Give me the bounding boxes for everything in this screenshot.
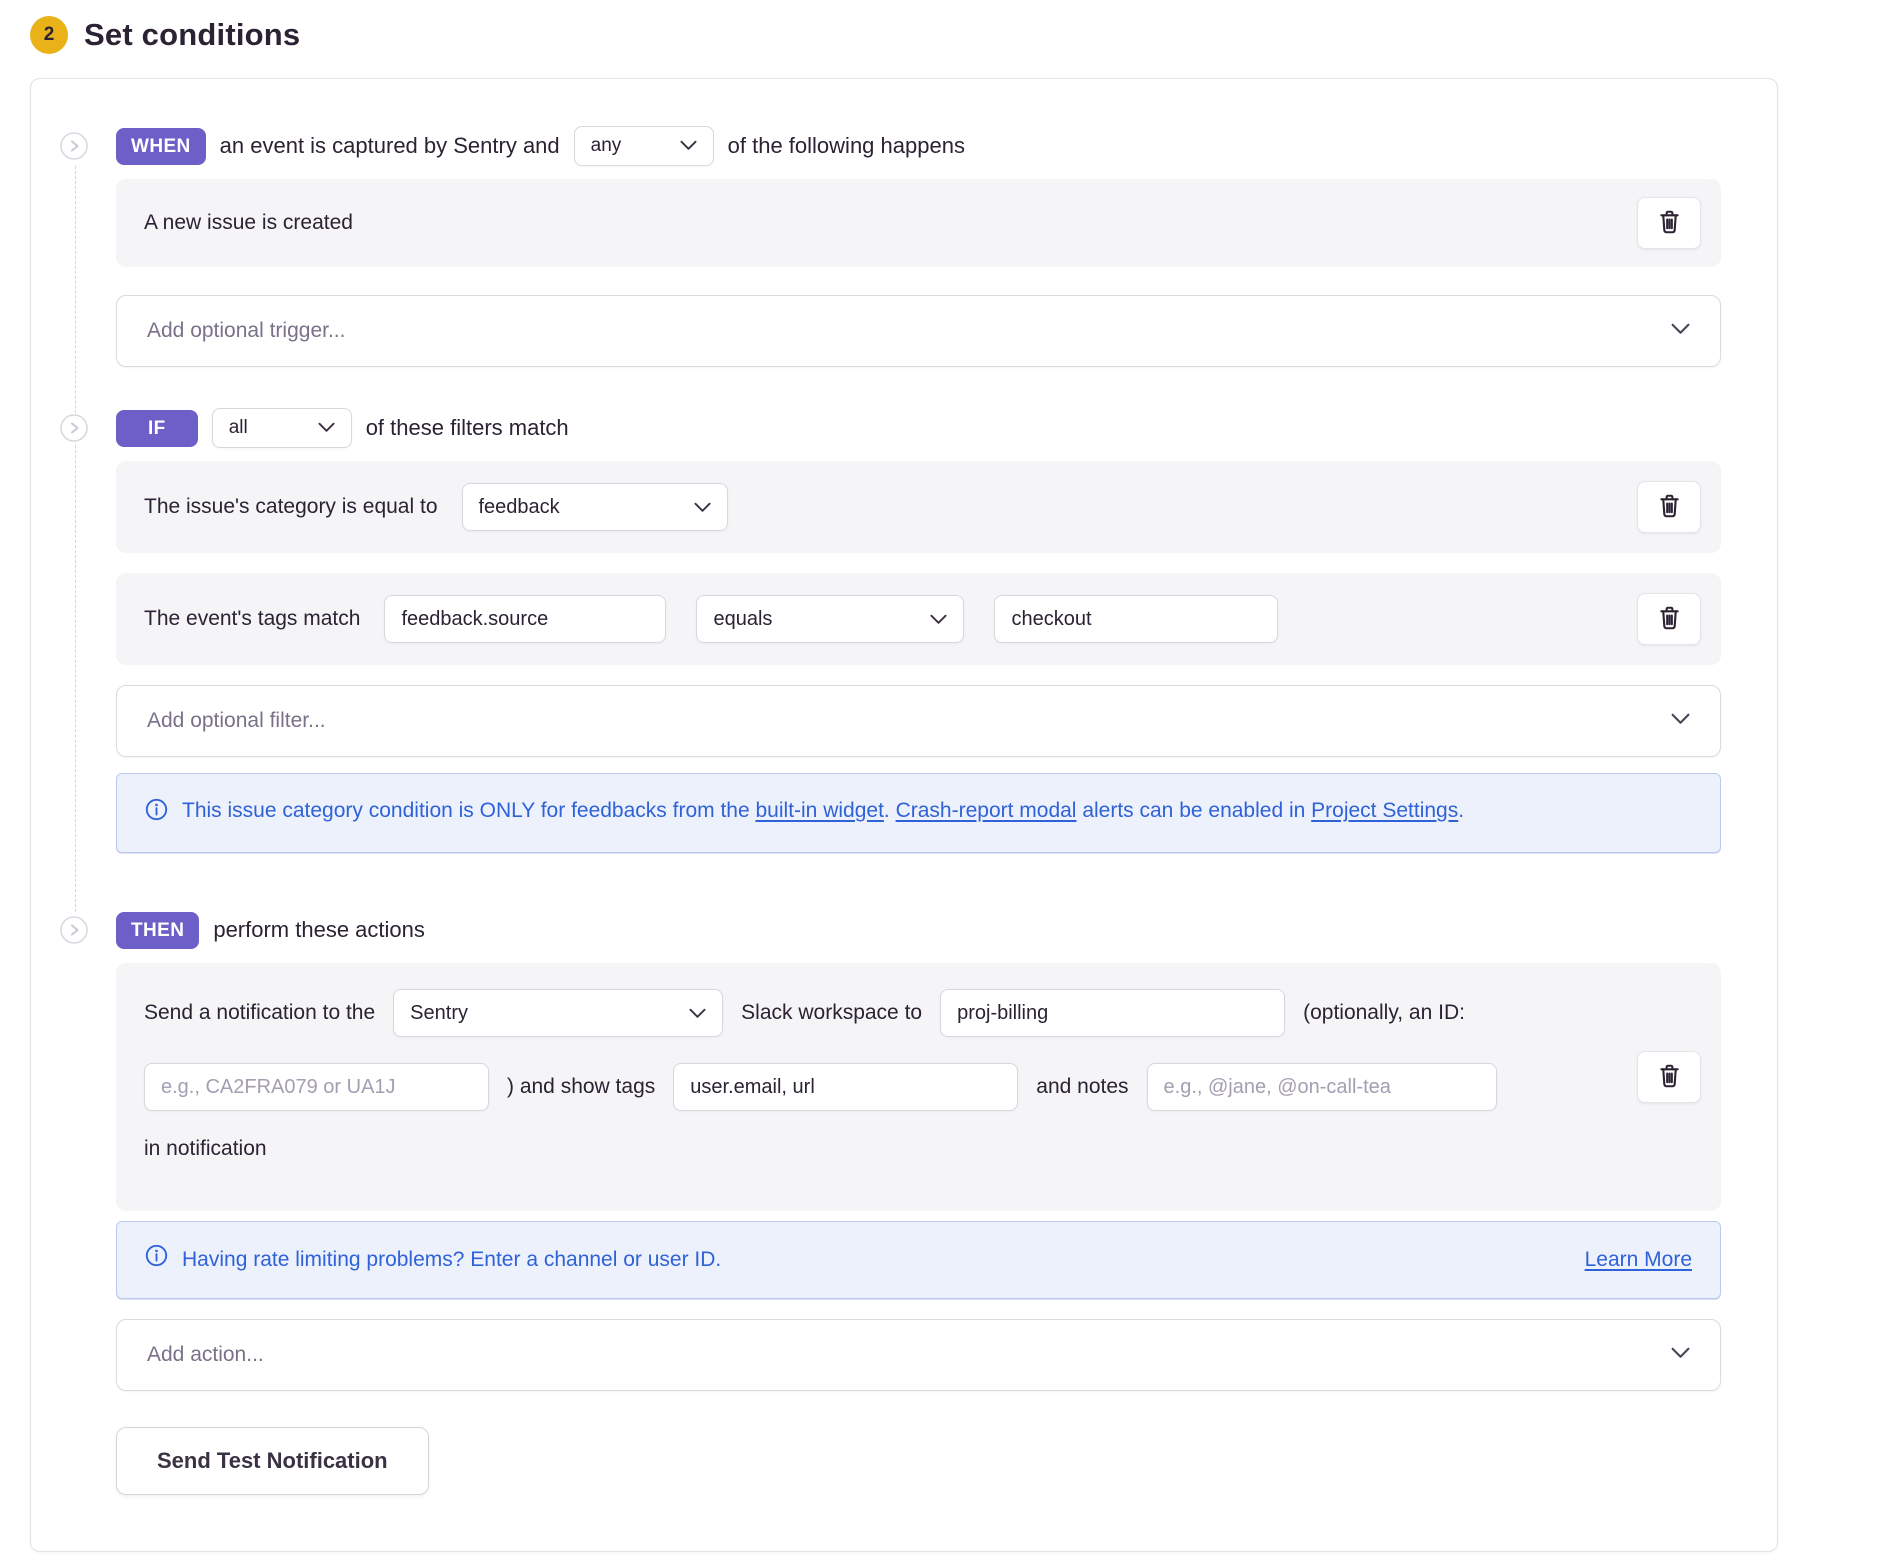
action-line-1: Send a notification to the Sentry Slack … <box>144 989 1601 1037</box>
chevron-down-icon <box>680 135 697 157</box>
add-action-placeholder: Add action... <box>147 1343 264 1367</box>
action-text-2: Slack workspace to <box>741 1001 922 1025</box>
category-select[interactable]: feedback <box>462 483 728 531</box>
category-condition-notice: This issue category condition is ONLY fo… <box>116 773 1721 853</box>
notes-input[interactable] <box>1147 1063 1497 1111</box>
add-action-select[interactable]: Add action... <box>116 1319 1721 1391</box>
then-badge: THEN <box>116 912 199 949</box>
when-frequency-value: any <box>591 135 622 157</box>
chevron-circle-icon[interactable] <box>59 915 89 945</box>
add-filter-select[interactable]: Add optional filter... <box>116 685 1721 757</box>
chevron-down-icon <box>1671 322 1690 340</box>
action-text-3: (optionally, an ID: <box>1303 1001 1465 1025</box>
tags-filter-label: The event's tags match <box>144 607 360 631</box>
workspace-select-value: Sentry <box>410 1002 468 1025</box>
action-text-1: Send a notification to the <box>144 1001 375 1025</box>
chevron-down-icon <box>930 608 947 631</box>
trash-icon <box>1658 1063 1681 1092</box>
info-icon <box>145 1242 168 1278</box>
action-text-4: ) and show tags <box>507 1075 655 1099</box>
add-trigger-placeholder: Add optional trigger... <box>147 319 345 343</box>
chevron-down-icon <box>694 496 711 519</box>
chevron-down-icon <box>689 1002 706 1025</box>
chevron-circle-icon[interactable] <box>59 413 89 443</box>
step-connector-line <box>75 166 76 912</box>
if-trail-text: of these filters match <box>366 415 569 441</box>
action-line-2: ) and show tags and notes <box>144 1063 1601 1111</box>
channel-id-input[interactable] <box>144 1063 489 1111</box>
tags-filter-row: The event's tags match equals <box>116 573 1721 665</box>
chevron-circle-icon[interactable] <box>59 131 89 161</box>
notice-text-4: . <box>1458 799 1464 822</box>
then-trail-text: perform these actions <box>213 917 425 943</box>
action-text-6: in notification <box>144 1137 267 1161</box>
delete-action-button[interactable] <box>1637 1051 1701 1103</box>
rate-limit-notice-text: Having rate limiting problems? Enter a c… <box>182 1243 721 1277</box>
category-filter-row: The issue's category is equal to feedbac… <box>116 461 1721 553</box>
when-step-header: WHEN an event is captured by Sentry and … <box>116 125 1721 167</box>
when-lead-text: an event is captured by Sentry and <box>220 133 560 159</box>
conditions-card: WHEN an event is captured by Sentry and … <box>30 78 1778 1552</box>
tag-key-input[interactable] <box>384 595 666 643</box>
trash-icon <box>1658 209 1681 238</box>
show-tags-input[interactable] <box>673 1063 1018 1111</box>
tag-value-input[interactable] <box>994 595 1278 643</box>
step-number-badge: 2 <box>30 16 68 54</box>
add-trigger-select[interactable]: Add optional trigger... <box>116 295 1721 367</box>
page-header: 2 Set conditions <box>30 16 1888 54</box>
send-test-notification-button[interactable]: Send Test Notification <box>116 1427 429 1495</box>
delete-category-filter-button[interactable] <box>1637 481 1701 533</box>
delete-tags-filter-button[interactable] <box>1637 593 1701 645</box>
chevron-down-icon <box>1671 1346 1690 1364</box>
tag-operator-select[interactable]: equals <box>696 595 964 643</box>
notice-text-2: . <box>884 799 896 822</box>
trigger-label: A new issue is created <box>144 211 353 235</box>
built-in-widget-link[interactable]: built-in widget <box>756 799 884 822</box>
workspace-select[interactable]: Sentry <box>393 989 723 1037</box>
if-match-select[interactable]: all <box>212 408 352 448</box>
when-badge: WHEN <box>116 128 206 165</box>
action-line-3: in notification <box>144 1137 1601 1161</box>
trash-icon <box>1658 605 1681 634</box>
chevron-down-icon <box>318 417 335 439</box>
chevron-down-icon <box>1671 712 1690 730</box>
page-title: Set conditions <box>84 17 300 53</box>
add-filter-placeholder: Add optional filter... <box>147 709 326 733</box>
slack-channel-input[interactable] <box>940 989 1285 1037</box>
slack-action-row: Send a notification to the Sentry Slack … <box>116 963 1721 1211</box>
when-frequency-select[interactable]: any <box>574 126 714 166</box>
tag-operator-value: equals <box>713 608 772 631</box>
notice-text-3: alerts can be enabled in <box>1076 799 1311 822</box>
notice-text-1: This issue category condition is ONLY fo… <box>182 799 756 822</box>
crash-report-modal-link[interactable]: Crash-report modal <box>896 799 1077 822</box>
trigger-row: A new issue is created <box>116 179 1721 267</box>
if-match-value: all <box>229 417 248 439</box>
category-filter-label: The issue's category is equal to <box>144 495 438 519</box>
rate-limit-notice: Having rate limiting problems? Enter a c… <box>116 1221 1721 1299</box>
delete-trigger-button[interactable] <box>1637 197 1701 249</box>
info-icon <box>145 794 168 832</box>
when-trail-text: of the following happens <box>728 133 965 159</box>
action-text-5: and notes <box>1036 1075 1128 1099</box>
category-notice-text: This issue category condition is ONLY fo… <box>182 794 1464 828</box>
if-badge: IF <box>116 410 198 447</box>
if-step-header: IF all of these filters match <box>116 407 1721 449</box>
project-settings-link[interactable]: Project Settings <box>1311 799 1458 822</box>
learn-more-link[interactable]: Learn More <box>1585 1243 1692 1277</box>
category-select-value: feedback <box>479 496 560 519</box>
then-step-header: THEN perform these actions <box>116 909 1721 951</box>
trash-icon <box>1658 493 1681 522</box>
